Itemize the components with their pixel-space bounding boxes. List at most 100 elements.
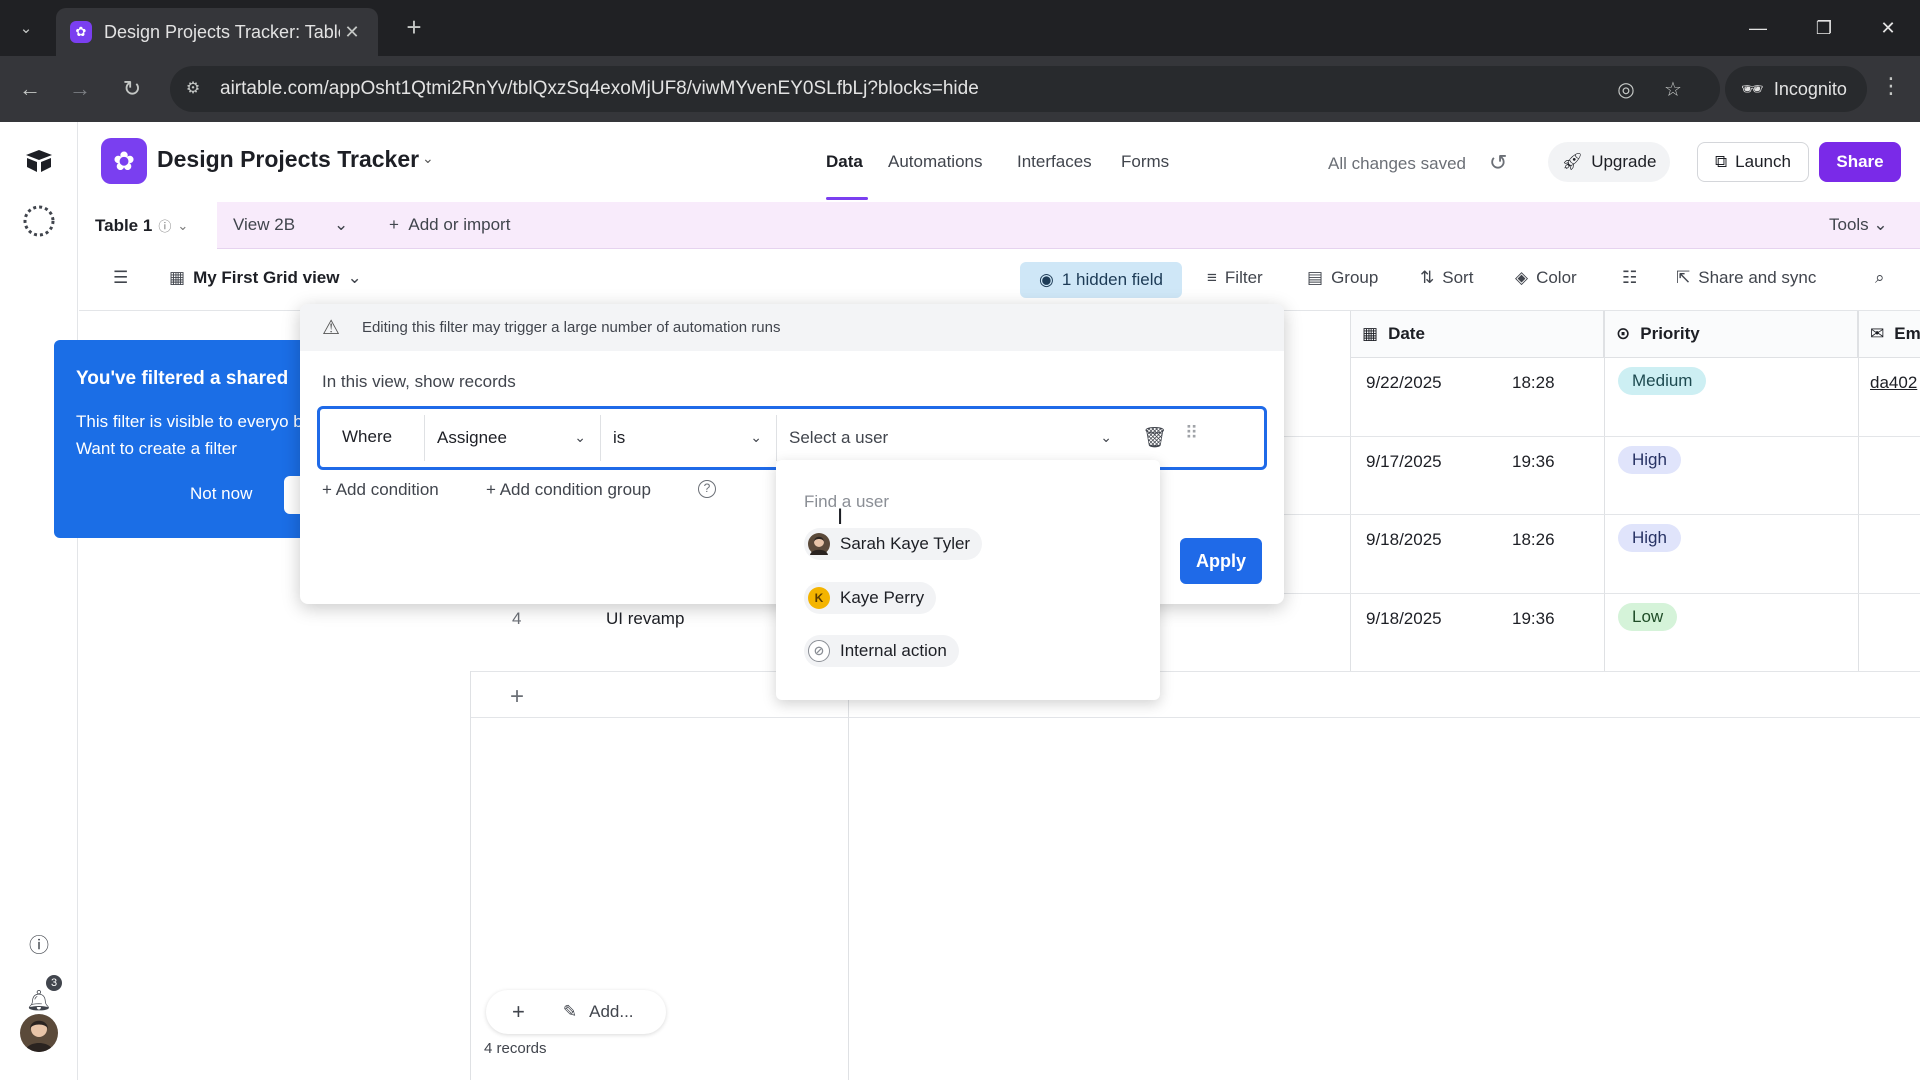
add-import-label: Add or import bbox=[408, 215, 511, 234]
priority-pill[interactable]: High bbox=[1618, 446, 1681, 474]
value-select[interactable]: Select a user ⌄ bbox=[776, 415, 1126, 461]
column-header-priority[interactable]: ⊙ Priority bbox=[1604, 311, 1858, 358]
operator-select-value: is bbox=[613, 428, 626, 447]
info-icon[interactable]: ⓘ bbox=[158, 216, 171, 235]
add-condition-group-button[interactable]: + Add condition group bbox=[486, 480, 651, 500]
sort-label: Sort bbox=[1442, 268, 1474, 287]
share-button[interactable]: Share bbox=[1819, 142, 1901, 182]
question-circle-icon[interactable]: ? bbox=[698, 480, 716, 498]
row-height-icon[interactable]: ☷ bbox=[1622, 268, 1637, 288]
priority-pill[interactable]: Low bbox=[1618, 603, 1678, 631]
new-tab-plus-icon[interactable]: + bbox=[398, 12, 430, 44]
airtable-logo-icon[interactable] bbox=[18, 140, 60, 182]
row-number: 4 bbox=[512, 609, 522, 628]
search-icon[interactable]: ⌕ bbox=[1875, 268, 1885, 288]
priority-pill[interactable]: Medium bbox=[1618, 367, 1707, 395]
site-info-icon[interactable]: ⚙ bbox=[182, 78, 204, 100]
magic-wand-icon[interactable]: ✎ bbox=[563, 1002, 577, 1022]
column-header-email[interactable]: ✉ Em bbox=[1858, 311, 1920, 358]
back-arrow-icon[interactable]: ← bbox=[14, 73, 46, 105]
hidden-fields-button[interactable]: ◉ 1 hidden field bbox=[1020, 262, 1182, 298]
add-plus-icon[interactable]: + bbox=[512, 999, 525, 1025]
not-now-button[interactable]: Not now bbox=[190, 484, 252, 504]
eye-off-icon[interactable]: ◎ bbox=[1613, 77, 1639, 103]
tools-menu[interactable]: Tools ⌄ bbox=[1829, 215, 1888, 235]
field-select[interactable]: Assignee ⌄ bbox=[424, 415, 600, 461]
user-option-sarah[interactable]: Sarah Kaye Tyler bbox=[804, 528, 983, 560]
share-sync-button[interactable]: ⇱ Share and sync bbox=[1676, 268, 1816, 288]
color-button[interactable]: ◈ Color bbox=[1515, 268, 1577, 288]
add-row-plus-icon[interactable]: + bbox=[510, 683, 524, 711]
add-import-button[interactable]: + Add or import bbox=[389, 215, 510, 235]
launch-button[interactable]: ⧉ Launch bbox=[1697, 142, 1809, 182]
cell-date[interactable]: 9/18/2025 bbox=[1366, 530, 1442, 550]
cell-date[interactable]: 9/17/2025 bbox=[1366, 452, 1442, 472]
find-user-input[interactable]: Find a user bbox=[804, 492, 889, 512]
sort-button[interactable]: ⇅ Sort bbox=[1420, 268, 1473, 288]
user-option-kaye[interactable]: K Kaye Perry bbox=[804, 582, 937, 614]
nav-forms[interactable]: Forms bbox=[1121, 152, 1169, 172]
show-records-label: In this view, show records bbox=[322, 372, 516, 391]
row-divider bbox=[470, 717, 1920, 718]
sidebar-toggle-icon[interactable]: ☰ bbox=[113, 268, 128, 288]
nav-data[interactable]: Data bbox=[826, 152, 863, 172]
trash-icon[interactable]: 🗑︎ bbox=[1142, 425, 1167, 450]
upgrade-button[interactable]: 🚀︎ Upgrade bbox=[1548, 142, 1670, 182]
window-close-icon[interactable]: ✕ bbox=[1868, 10, 1908, 46]
base-icon[interactable]: ✿ bbox=[101, 138, 147, 184]
chevron-down-icon[interactable]: ⌄ bbox=[334, 215, 348, 235]
cell-time[interactable]: 19:36 bbox=[1512, 452, 1555, 472]
user-photo-avatar bbox=[808, 533, 830, 555]
cell-date[interactable]: 9/18/2025 bbox=[1366, 609, 1442, 629]
help-circle-icon[interactable]: ⓘ bbox=[18, 922, 60, 964]
browser-tab[interactable]: ✿ Design Projects Tracker: Table 1 ✕ bbox=[56, 8, 378, 56]
cell-name[interactable]: UI revamp bbox=[606, 609, 684, 629]
user-initial-avatar: K bbox=[808, 587, 830, 609]
base-title[interactable]: Design Projects Tracker bbox=[157, 146, 419, 173]
incognito-indicator[interactable]: 🕶 Incognito bbox=[1725, 66, 1867, 112]
operator-select[interactable]: is ⌄ bbox=[600, 415, 776, 461]
group-label: Group bbox=[1331, 268, 1379, 287]
apply-button[interactable]: Apply bbox=[1180, 538, 1262, 584]
priority-pill[interactable]: High bbox=[1618, 524, 1681, 552]
reload-icon[interactable]: ↻ bbox=[116, 73, 148, 105]
filter-button[interactable]: ≡ Filter bbox=[1207, 268, 1263, 288]
tab-title: Design Projects Tracker: Table 1 bbox=[104, 21, 340, 42]
add-condition-group-label: Add condition group bbox=[499, 480, 651, 499]
nav-interfaces[interactable]: Interfaces bbox=[1017, 152, 1092, 172]
bookmark-star-icon[interactable]: ☆ bbox=[1660, 77, 1686, 103]
add-ai-label[interactable]: Add... bbox=[589, 1002, 633, 1022]
chevron-down-icon[interactable]: ⌄ bbox=[422, 150, 434, 167]
cell-time[interactable]: 18:26 bbox=[1512, 530, 1555, 550]
history-icon[interactable]: ↺ bbox=[1489, 150, 1507, 176]
cell-date[interactable]: 9/22/2025 bbox=[1366, 373, 1442, 393]
restore-icon[interactable]: ❐ bbox=[1804, 10, 1844, 46]
add-condition-button[interactable]: + Add condition bbox=[322, 480, 439, 500]
column-header-date[interactable]: ▦ Date bbox=[1350, 311, 1604, 358]
cell-time[interactable]: 18:28 bbox=[1512, 373, 1555, 393]
address-bar[interactable]: ⚙ airtable.com/appOsht1Qtmi2RnYv/tblQxzS… bbox=[170, 66, 1720, 112]
user-option-internal[interactable]: ⊘ Internal action bbox=[804, 635, 959, 667]
omni-spinner-icon[interactable] bbox=[18, 200, 60, 242]
drag-handle-icon[interactable]: ⠿ bbox=[1185, 423, 1198, 444]
view-switcher[interactable]: ▦ My First Grid view ⌄ bbox=[169, 268, 362, 288]
forward-arrow-icon[interactable]: → bbox=[64, 73, 96, 105]
cell-time[interactable]: 19:36 bbox=[1512, 609, 1555, 629]
record-count: 4 records bbox=[484, 1040, 547, 1057]
browser-menu-icon[interactable]: ⋮ bbox=[1876, 73, 1906, 105]
user-avatar[interactable] bbox=[20, 1014, 58, 1052]
minimize-icon[interactable]: — bbox=[1738, 10, 1778, 46]
group-button[interactable]: ▤ Group bbox=[1307, 268, 1378, 288]
view-tab[interactable]: View 2B bbox=[233, 215, 295, 235]
eye-off-icon: ◉ bbox=[1039, 270, 1054, 289]
nav-automations[interactable]: Automations bbox=[888, 152, 983, 172]
color-label: Color bbox=[1536, 268, 1577, 287]
table-tab[interactable]: Table 1 ⓘ ⌄ bbox=[79, 202, 217, 249]
cell-email[interactable]: da402 bbox=[1870, 373, 1917, 393]
column-divider bbox=[1604, 311, 1605, 671]
chevron-down-icon[interactable]: ⌄ bbox=[177, 218, 188, 234]
tab-close-icon[interactable]: ✕ bbox=[340, 22, 364, 43]
url-text[interactable]: airtable.com/appOsht1Qtmi2RnYv/tblQxzSq4… bbox=[220, 78, 979, 100]
tab-search-chevron-icon[interactable]: ⌄ bbox=[12, 14, 40, 42]
add-condition-label: Add condition bbox=[335, 480, 439, 499]
